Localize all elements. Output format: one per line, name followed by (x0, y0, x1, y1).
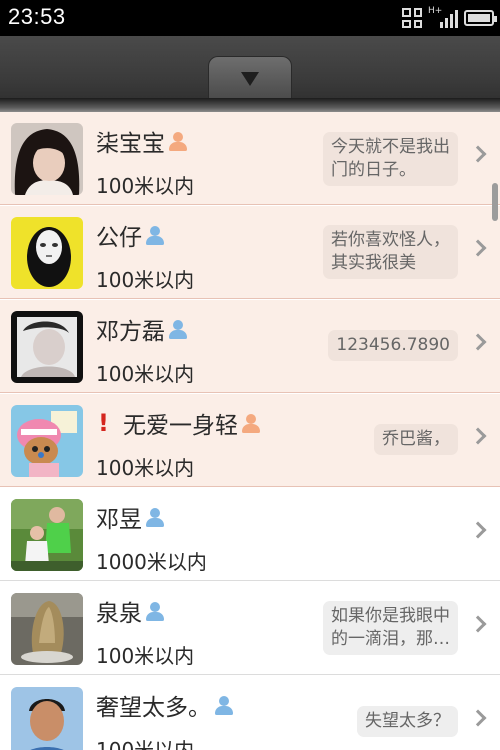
avatar[interactable] (11, 687, 83, 750)
name-line: 泉泉 (96, 596, 165, 627)
chevron-right-icon (469, 427, 487, 445)
name-line: 奢望太多。 (96, 690, 234, 721)
list-item[interactable]: 柒宝宝 100米以内 今天就不是我出 门的日子。 (0, 112, 500, 205)
contact-distance: 100米以内 (96, 644, 195, 668)
top-bar (0, 36, 500, 112)
avatar[interactable] (11, 593, 83, 665)
list-item[interactable]: ! 无爱一身轻 100米以内 乔巴酱， (0, 394, 500, 487)
pull-down-handle[interactable] (208, 56, 292, 100)
list-item[interactable]: 公仔 100米以内 若你喜欢怪人， 其实我很美 (0, 206, 500, 299)
list-item[interactable]: 邓昱 1000米以内 (0, 488, 500, 581)
avatar[interactable] (11, 217, 83, 289)
top-bar-edge (0, 98, 500, 112)
avatar[interactable] (11, 311, 83, 383)
scrollbar[interactable] (492, 183, 498, 221)
contact-name: 邓方磊 (96, 319, 165, 345)
status-bubble: 今天就不是我出 门的日子。 (323, 132, 458, 186)
male-icon (168, 318, 188, 340)
name-line: 邓方磊 (96, 314, 188, 345)
name-line: ! 无爱一身轻 (96, 408, 261, 439)
name-line: 公仔 (96, 220, 165, 251)
chevron-right-icon (469, 709, 487, 727)
status-bubble: 若你喜欢怪人， 其实我很美 (323, 225, 458, 279)
network-type: H+ (428, 6, 443, 16)
chevron-right-icon (469, 239, 487, 257)
list-item[interactable]: 奢望太多。 100米以内 失望太多？ (0, 676, 500, 750)
app-grid-icon (402, 8, 422, 28)
avatar[interactable] (11, 405, 83, 477)
avatar[interactable] (11, 123, 83, 195)
male-icon (145, 600, 165, 622)
list-item[interactable]: 邓方磊 100米以内 123456.7890 (0, 300, 500, 393)
status-time: 23:53 (8, 4, 66, 29)
contact-distance: 100米以内 (96, 362, 195, 386)
contact-name: 公仔 (96, 225, 142, 251)
nearby-people-list[interactable]: 柒宝宝 100米以内 今天就不是我出 门的日子。 公仔 100米以内 若你喜欢怪… (0, 112, 500, 750)
battery-icon (464, 10, 497, 26)
male-icon (145, 506, 165, 528)
female-icon (241, 412, 261, 434)
female-icon (168, 130, 188, 152)
contact-name: 无爱一身轻 (122, 413, 238, 439)
name-line: 柒宝宝 (96, 126, 188, 157)
arrow-down-icon (241, 71, 259, 86)
list-item[interactable]: 泉泉 100米以内 如果你是我眼中 的一滴泪，那… (0, 582, 500, 675)
chevron-right-icon (469, 145, 487, 163)
name-line: 邓昱 (96, 502, 165, 533)
status-bubble: 失望太多？ (357, 706, 458, 737)
status-bubble: 乔巴酱， (374, 424, 458, 455)
contact-distance: 100米以内 (96, 174, 195, 198)
contact-name: 邓昱 (96, 507, 142, 533)
warning-icon: ! (98, 409, 109, 437)
avatar[interactable] (11, 499, 83, 571)
chevron-right-icon (469, 615, 487, 633)
status-bubble: 如果你是我眼中 的一滴泪，那… (323, 601, 458, 655)
male-icon (145, 224, 165, 246)
status-icons: H+ (402, 6, 497, 29)
contact-name: 泉泉 (96, 601, 142, 627)
signal-icon: H+ (428, 6, 458, 28)
status-bar: 23:53 H+ (0, 0, 500, 36)
contact-distance: 1000米以内 (96, 550, 207, 574)
contact-distance: 100米以内 (96, 456, 195, 480)
contact-name: 柒宝宝 (96, 131, 165, 157)
status-bubble: 123456.7890 (328, 330, 458, 361)
contact-distance: 100米以内 (96, 268, 195, 292)
chevron-right-icon (469, 333, 487, 351)
chevron-right-icon (469, 521, 487, 539)
male-icon (214, 694, 234, 716)
contact-distance: 100米以内 (96, 738, 195, 750)
contact-name: 奢望太多。 (96, 695, 211, 721)
